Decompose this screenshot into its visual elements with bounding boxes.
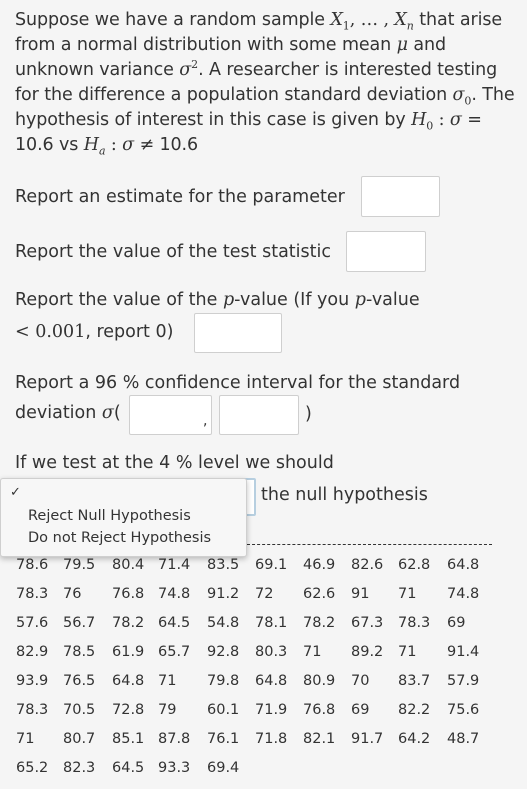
check-icon: ✓: [10, 485, 21, 500]
data-value: 75.6: [447, 702, 480, 718]
decision-label: If we test at the 4 % level we should: [15, 453, 334, 473]
ci-lower-input[interactable]: [129, 395, 212, 435]
data-value: 46.9: [303, 557, 336, 573]
data-value: 79.8: [207, 673, 240, 689]
intro-text-1: Suppose we have a random sample: [15, 10, 331, 30]
data-value: 69.4: [207, 760, 240, 776]
data-value: 78.6: [16, 557, 49, 573]
data-value: 71.4: [158, 557, 191, 573]
data-value: 80.7: [63, 731, 96, 747]
data-value: 78.1: [255, 615, 288, 631]
data-value: 64.2: [398, 731, 431, 747]
data-value: 71.9: [255, 702, 288, 718]
ci-comma: ,: [203, 413, 208, 429]
data-value: 62.6: [303, 586, 336, 602]
data-value: 71: [158, 673, 177, 689]
data-value: 87.8: [158, 731, 191, 747]
data-value: 78.3: [398, 615, 431, 631]
estimate-label: Report an estimate for the parameter: [15, 187, 345, 207]
data-value: 79: [158, 702, 177, 718]
data-value: 78.2: [112, 615, 145, 631]
data-value: 61.9: [112, 644, 145, 660]
data-value: 69: [447, 615, 466, 631]
data-value: 71: [398, 644, 417, 660]
data-value: 57.6: [16, 615, 49, 631]
data-value: 82.6: [351, 557, 384, 573]
problem-statement: Suppose we have a random sample X1, … , …: [15, 10, 515, 158]
data-value: 82.9: [16, 644, 49, 660]
data-value: 76: [63, 586, 82, 602]
data-value: 64.8: [112, 673, 145, 689]
data-value: 78.3: [16, 702, 49, 718]
data-value: 82.3: [63, 760, 96, 776]
data-value: 72: [255, 586, 274, 602]
estimate-input[interactable]: [361, 176, 440, 217]
data-value: 70.5: [63, 702, 96, 718]
option-do-not-reject[interactable]: Do not Reject Hypothesis: [28, 530, 211, 546]
pvalue-input[interactable]: [194, 313, 282, 353]
data-value: 91: [351, 586, 370, 602]
data-value: 80.3: [255, 644, 288, 660]
pvalue-label: Report the value of the p-value (If you …: [15, 290, 420, 310]
data-value: 56.7: [63, 615, 96, 631]
data-value: 48.7: [447, 731, 480, 747]
data-value: 82.2: [398, 702, 431, 718]
test-statistic-input[interactable]: [346, 231, 426, 272]
data-value: 71: [398, 586, 417, 602]
data-value: 64.8: [255, 673, 288, 689]
data-value: 71: [16, 731, 35, 747]
ci-label-line2: deviation σ(: [15, 403, 121, 423]
data-value: 80.9: [303, 673, 336, 689]
data-value: 89.2: [351, 644, 384, 660]
data-value: 91.4: [447, 644, 480, 660]
data-value: 57.9: [447, 673, 480, 689]
intro-text-7: 10.6: [154, 135, 199, 155]
decision-suffix: the null hypothesis: [261, 485, 428, 505]
data-value: 69.1: [255, 557, 288, 573]
data-value: 65.7: [158, 644, 191, 660]
data-value: 78.3: [16, 586, 49, 602]
ci-label: Report a 96 % confidence interval for th…: [15, 373, 461, 393]
data-value: 54.8: [207, 615, 240, 631]
option-reject-null[interactable]: Reject Null Hypothesis: [28, 508, 191, 524]
test-statistic-label: Report the value of the test statistic: [15, 242, 331, 262]
data-value: 74.8: [158, 586, 191, 602]
data-value: 74.8: [447, 586, 480, 602]
divider: [247, 544, 492, 545]
data-value: 64.5: [158, 615, 191, 631]
data-value: 93.3: [158, 760, 191, 776]
ci-upper-input[interactable]: [219, 395, 299, 435]
data-value: 60.1: [207, 702, 240, 718]
data-value: 79.5: [63, 557, 96, 573]
data-value: 64.5: [112, 760, 145, 776]
data-value: 69: [351, 702, 370, 718]
data-value: 62.8: [398, 557, 431, 573]
data-value: 71.8: [255, 731, 288, 747]
data-value: 78.2: [303, 615, 336, 631]
data-value: 72.8: [112, 702, 145, 718]
decision-dropdown-menu[interactable]: ✓ Reject Null Hypothesis Do not Reject H…: [0, 478, 247, 557]
data-value: 93.9: [16, 673, 49, 689]
data-value: 65.2: [16, 760, 49, 776]
data-value: 76.8: [303, 702, 336, 718]
data-value: 85.1: [112, 731, 145, 747]
data-value: 92.8: [207, 644, 240, 660]
data-value: 91.2: [207, 586, 240, 602]
data-value: 64.8: [447, 557, 480, 573]
pvalue-label-line2: < 0.001, report 0): [15, 322, 174, 342]
ci-close-paren: ): [305, 404, 312, 424]
data-value: 83.7: [398, 673, 431, 689]
data-value: 83.5: [207, 557, 240, 573]
data-value: 76.8: [112, 586, 145, 602]
data-value: 71: [303, 644, 322, 660]
data-value: 67.3: [351, 615, 384, 631]
data-value: 82.1: [303, 731, 336, 747]
data-value: 76.1: [207, 731, 240, 747]
data-value: 70: [351, 673, 370, 689]
data-value: 76.5: [63, 673, 96, 689]
data-value: 91.7: [351, 731, 384, 747]
data-value: 80.4: [112, 557, 145, 573]
data-value: 78.5: [63, 644, 96, 660]
